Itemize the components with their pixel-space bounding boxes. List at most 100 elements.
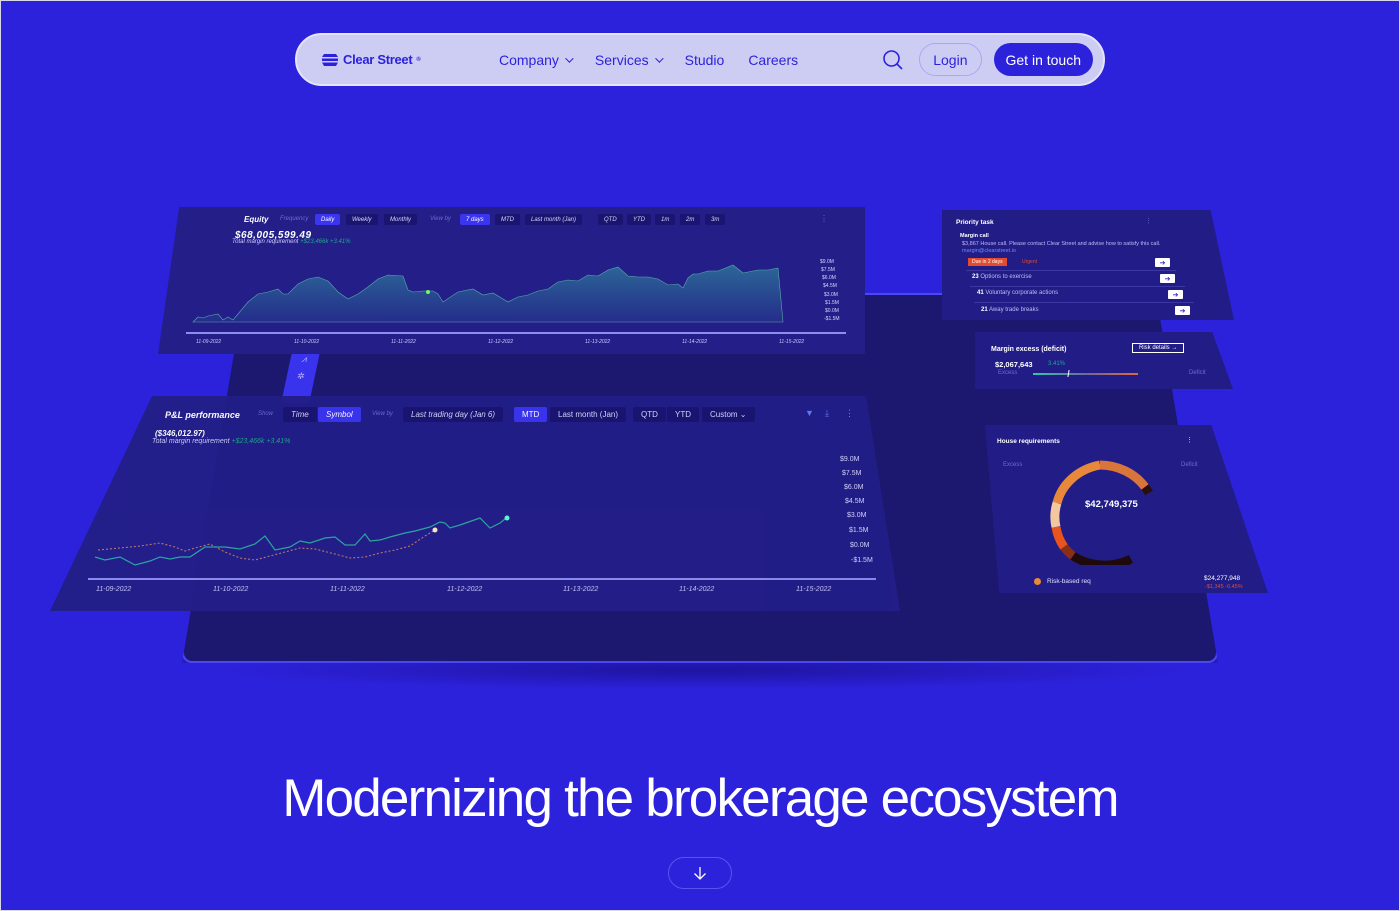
house-requirements-panel: House requirements ⋮ Excess Deficit $42,… [985,425,1268,593]
x-tick: 11-15-2022 [779,339,805,345]
y-tick: $4.5M [823,283,837,289]
task-label: Voluntary corporate actions [985,290,1059,296]
y-tick: $7.5M [842,470,862,477]
donut-segment [1052,460,1101,505]
filter-icon[interactable]: ▼ [805,408,814,418]
frequency-monthly[interactable]: Monthly [384,214,418,225]
donut-segment [1099,460,1149,490]
pnl-benchmark-line [97,529,436,561]
download-icon[interactable]: ⤓ [825,408,829,419]
registered-mark: ® [416,56,421,63]
nav-link-label: Studio [684,51,725,68]
viewby-last-trading-day[interactable]: Last trading day (Jan 6) [403,407,504,422]
risk-details-button[interactable]: Risk details → [1132,343,1185,353]
due-badge: Due in 2 days [968,258,1007,266]
excess-label: Excess [1003,462,1023,468]
y-tick: -$1.5M [851,557,873,564]
viewby-mtd[interactable]: MTD [495,214,520,225]
scroll-down-button[interactable] [668,857,732,889]
frequency-label: Frequency [280,216,309,222]
alert-email-link[interactable]: margin@clearstreet.io [962,248,1016,254]
nav-link-careers[interactable]: Careers [748,52,798,68]
margin-gauge [1033,373,1138,375]
arrow-right-icon: ➔ [1172,291,1179,299]
more-options-icon[interactable]: ⋮ [820,214,828,223]
more-options-icon[interactable]: ⋮ [845,408,854,419]
y-tick: $3.0M [847,512,867,519]
nav-actions: Login Get in touch [879,43,1093,76]
get-in-touch-button[interactable]: Get in touch [993,43,1093,76]
open-task-button[interactable]: ➔ [1175,306,1190,315]
clear-street-logo-icon [322,53,338,66]
equity-title: Equity [244,215,269,224]
equity-marker [426,290,430,294]
deficit-change: -$1,345 -0.45% [1205,584,1243,590]
viewby-label: View by [372,411,393,417]
nav-link-company[interactable]: Company [499,52,574,68]
open-margin-call-button[interactable]: ➔ [1155,258,1170,267]
more-options-icon[interactable]: ⋮ [1186,436,1193,444]
nav-link-studio[interactable]: Studio [685,52,725,68]
nav-link-services[interactable]: Services [595,52,664,68]
margin-pct: 3.41% [1048,361,1066,367]
y-tick: $4.5M [845,498,865,505]
task-label: Options to exercise [980,274,1032,280]
custom-label: Custom [710,410,738,419]
deficit-change-amount: -$1,345 [1205,584,1224,590]
chevron-down-icon [565,53,574,63]
margin-value: $2,067,643 [995,360,1033,369]
task-count: 41 [977,290,984,296]
open-task-button[interactable]: ➔ [1160,274,1175,283]
frequency-weekly[interactable]: Weekly [346,214,378,225]
sub-label-text: Total margin requirement [232,239,299,245]
more-options-icon[interactable]: ⋮ [1145,217,1152,225]
donut-segment [1050,501,1062,529]
house-title: House requirements [997,438,1060,445]
brand-logo[interactable]: Clear Street ® [321,52,471,68]
equity-panel: Equity Frequency Daily Weekly Monthly Vi… [158,207,865,354]
viewby-7days[interactable]: 7 days [460,214,490,225]
y-tick: $6.0M [822,275,836,281]
chevron-down-icon: ⌄ [739,410,747,419]
task-voluntary-corporate-actions[interactable]: 41 Voluntary corporate actions [977,290,1058,296]
viewby-qtd[interactable]: QTD [598,214,623,225]
sub-pct: +3.41% [330,239,351,245]
open-task-button[interactable]: ➔ [1168,290,1183,299]
login-button[interactable]: Login [919,43,982,76]
house-center-value: $42,749,375 [1085,499,1138,510]
x-tick: 11-15-2022 [796,586,832,593]
viewby-custom[interactable]: Custom ⌄ [702,407,755,422]
search-button[interactable] [879,46,907,74]
x-tick: 11-10-2022 [294,339,320,345]
row-divider [966,270,1176,271]
y-tick: $0.0M [850,542,870,549]
pnl-title: P&L performance [165,410,240,420]
margin-excess-panel: Margin excess (deficit) Risk details → $… [975,332,1233,389]
show-time[interactable]: Time [283,407,317,422]
pnl-panel: P&L performance Show Time Symbol View by… [50,396,900,611]
viewby-mtd[interactable]: MTD [514,407,548,422]
donut-segment [1060,544,1076,560]
viewby-1m[interactable]: 1m [655,214,676,225]
viewby-2m[interactable]: 2m [680,214,701,225]
x-tick: 11-12-2022 [447,586,483,593]
viewby-last-month[interactable]: Last month (Jan) [550,407,627,422]
donut-segment [1051,526,1068,550]
y-tick: $7.5M [821,267,835,273]
x-tick: 11-12-2022 [488,339,514,345]
task-options-to-exercise[interactable]: 23 Options to exercise [972,274,1032,280]
row-divider [970,286,1185,287]
viewby-3m[interactable]: 3m [705,214,726,225]
x-tick: 11-14-2022 [682,339,708,345]
viewby-last-month[interactable]: Last month (Jan) [525,214,583,225]
deficit-label: Deficit [1181,462,1198,468]
viewby-ytd[interactable]: YTD [627,214,651,225]
task-away-trade-breaks[interactable]: 21 Away trade breaks [981,307,1039,313]
viewby-ytd[interactable]: YTD [667,407,699,422]
urgency-label: Urgent [1022,259,1038,265]
show-symbol[interactable]: Symbol [318,407,361,422]
viewby-qtd[interactable]: QTD [633,407,666,422]
frequency-daily[interactable]: Daily [315,214,341,225]
house-donut-chart [1050,460,1153,565]
y-tick: $0.0M [825,308,839,314]
